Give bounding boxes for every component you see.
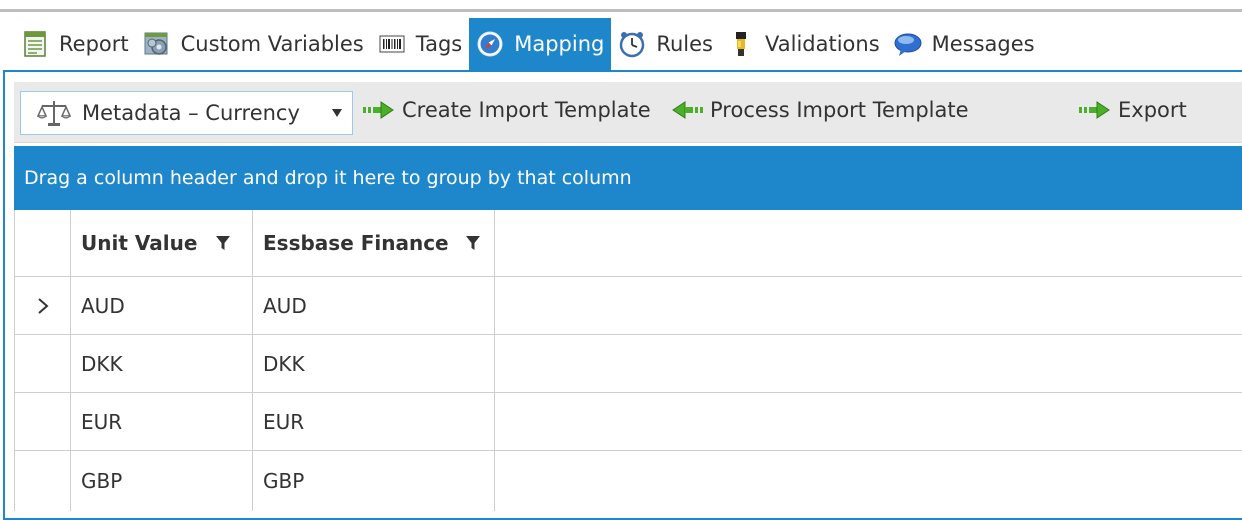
- tab-bar: Report Custom Variables Tags Mapping Rul…: [14, 18, 1042, 70]
- balance-scale-icon: [37, 101, 71, 126]
- export-button[interactable]: Export: [1078, 94, 1187, 126]
- tab-rules[interactable]: Rules: [611, 18, 720, 70]
- process-import-template-label: Process Import Template: [710, 98, 969, 122]
- cell-essbase-finance[interactable]: EUR: [253, 393, 495, 450]
- filter-icon[interactable]: [215, 234, 231, 252]
- tab-tags[interactable]: Tags: [371, 18, 470, 70]
- cell-unit-value[interactable]: AUD: [71, 277, 253, 334]
- tab-mapping[interactable]: Mapping: [469, 18, 612, 70]
- compass-icon: [477, 31, 503, 57]
- chevron-down-icon[interactable]: [332, 109, 342, 117]
- arrow-left-icon: [672, 101, 703, 119]
- barcode-icon: [379, 35, 405, 53]
- tab-messages-label: Messages: [931, 32, 1035, 56]
- column-header-essbase-finance[interactable]: Essbase Finance: [253, 210, 495, 276]
- top-divider: [0, 9, 1242, 12]
- column-header-label: Essbase Finance: [263, 231, 449, 255]
- table-row[interactable]: EUR EUR: [14, 393, 1242, 451]
- metadata-type-select[interactable]: Metadata – Currency: [20, 91, 353, 135]
- create-import-template-button[interactable]: Create Import Template: [362, 94, 651, 126]
- export-label: Export: [1118, 98, 1187, 122]
- table-row[interactable]: GBP GBP: [14, 451, 1242, 511]
- tab-custom-variables-label: Custom Variables: [180, 32, 364, 56]
- row-expander[interactable]: [14, 451, 71, 511]
- column-header-label: Unit Value: [81, 231, 198, 255]
- chevron-right-icon: [37, 297, 49, 314]
- gears-icon: [144, 32, 168, 55]
- table-row[interactable]: DKK DKK: [14, 335, 1242, 393]
- process-import-template-button[interactable]: Process Import Template: [670, 94, 969, 126]
- cell-essbase-finance[interactable]: DKK: [253, 335, 495, 392]
- cell-essbase-finance[interactable]: AUD: [253, 277, 495, 334]
- tab-validations-label: Validations: [765, 32, 880, 56]
- clock-icon: [620, 32, 645, 58]
- tab-messages[interactable]: Messages: [887, 18, 1042, 70]
- toolbar: Metadata – Currency Create Import Templa…: [14, 82, 1242, 143]
- tab-validations[interactable]: Validations: [720, 18, 887, 70]
- cell-essbase-finance[interactable]: GBP: [253, 451, 495, 511]
- create-import-template-label: Create Import Template: [402, 98, 651, 122]
- arrow-right-icon: [363, 101, 394, 119]
- report-icon: [24, 31, 46, 57]
- tab-rules-label: Rules: [656, 32, 713, 56]
- grid-header-expander: [14, 210, 71, 276]
- speech-bubble-icon: [894, 33, 922, 56]
- group-by-drop-zone[interactable]: Drag a column header and drop it here to…: [14, 146, 1242, 210]
- mapping-grid: Unit Value Essbase Finance AUD AUD DKK D…: [14, 210, 1242, 511]
- table-row[interactable]: AUD AUD: [14, 277, 1242, 335]
- cell-unit-value[interactable]: DKK: [71, 335, 253, 392]
- grid-header-row: Unit Value Essbase Finance: [14, 210, 1242, 277]
- group-by-hint: Drag a column header and drop it here to…: [24, 167, 632, 189]
- tab-report-label: Report: [59, 32, 129, 56]
- row-expander[interactable]: [14, 393, 71, 450]
- arrow-right-icon: [1079, 101, 1110, 119]
- row-expander[interactable]: [14, 335, 71, 392]
- column-header-unit-value[interactable]: Unit Value: [71, 210, 253, 276]
- tab-report[interactable]: Report: [14, 18, 136, 70]
- flashlight-icon: [736, 32, 746, 56]
- tab-tags-label: Tags: [415, 32, 463, 56]
- cell-unit-value[interactable]: EUR: [71, 393, 253, 450]
- filter-icon[interactable]: [465, 234, 481, 252]
- tab-custom-variables[interactable]: Custom Variables: [136, 18, 371, 70]
- row-expander[interactable]: [14, 277, 71, 334]
- tab-mapping-label: Mapping: [514, 32, 605, 56]
- metadata-type-value: Metadata – Currency: [82, 101, 300, 125]
- cell-unit-value[interactable]: GBP: [71, 451, 253, 511]
